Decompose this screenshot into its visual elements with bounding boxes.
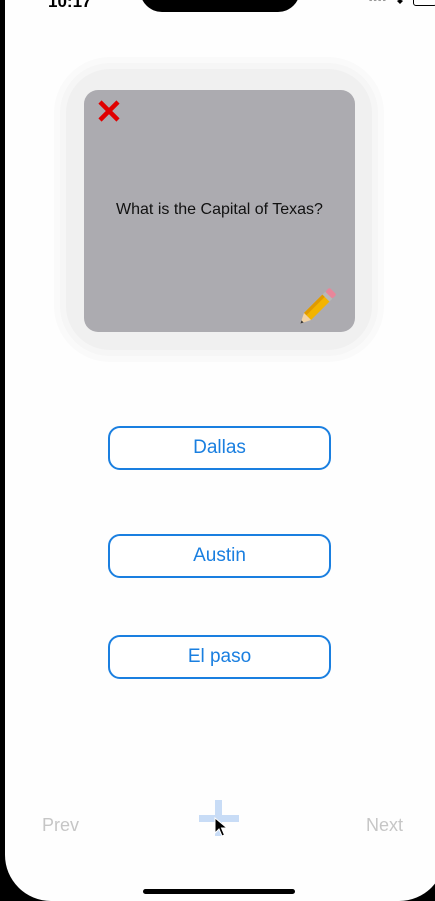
phone-screen: 10:17 ▪▪▪▪ What is the Capital of Texas?…: [5, 0, 435, 901]
battery-icon: [413, 0, 435, 6]
flashcard[interactable]: What is the Capital of Texas?: [84, 90, 355, 332]
close-x-icon[interactable]: [96, 98, 122, 124]
home-indicator[interactable]: [143, 889, 295, 894]
next-button[interactable]: Next: [366, 815, 403, 836]
status-icons: ▪▪▪▪: [369, 0, 435, 6]
pencil-icon[interactable]: [294, 286, 338, 330]
cellular-signal-icon: ▪▪▪▪: [368, 0, 387, 6]
answer-button-1[interactable]: Dallas: [108, 426, 331, 470]
prev-button[interactable]: Prev: [42, 815, 79, 836]
answer-button-2[interactable]: Austin: [108, 534, 331, 578]
answer-button-3[interactable]: El paso: [108, 635, 331, 679]
flashcard-question: What is the Capital of Texas?: [116, 201, 323, 218]
wifi-icon: [397, 0, 403, 4]
status-time: 10:17: [48, 0, 92, 11]
device-notch: [140, 0, 300, 12]
mouse-cursor-icon: [214, 817, 228, 837]
